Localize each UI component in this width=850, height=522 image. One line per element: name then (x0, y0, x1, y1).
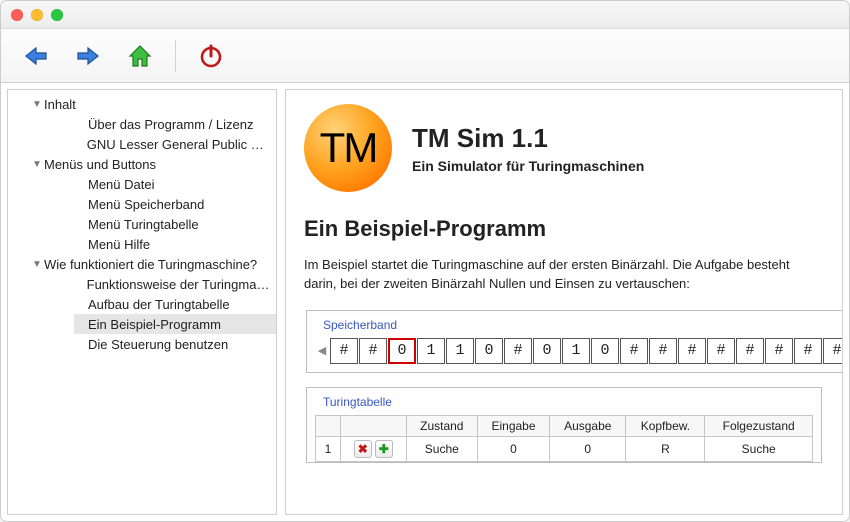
cell-tools: ✖ ✚ (340, 436, 406, 461)
forward-arrow-icon (74, 42, 102, 70)
tree-label: Ein Beispiel-Programm (88, 317, 221, 332)
power-button[interactable] (194, 39, 228, 73)
tree-label: Über das Programm / Lizenz (88, 117, 253, 132)
tree-item-menu-speicherband[interactable]: Menü Speicherband (74, 194, 276, 214)
tape-cell: # (707, 338, 735, 364)
tape-cell: 0 (533, 338, 561, 364)
app-subtitle: Ein Simulator für Turingmaschinen (412, 158, 644, 174)
tree-item-steuerung[interactable]: Die Steuerung benutzen (74, 334, 276, 354)
tape-scroll-left[interactable]: ◀ (315, 338, 329, 364)
minimize-icon[interactable] (31, 9, 43, 21)
turingtable-legend: Turingtabelle (319, 395, 396, 409)
back-button[interactable] (19, 39, 53, 73)
app-title: TM Sim 1.1 (412, 123, 644, 154)
tree-label: Menüs und Buttons (44, 157, 156, 172)
help-tree[interactable]: ▼Inhalt Über das Programm / Lizenz GNU L… (7, 89, 277, 515)
turing-table-header: Zustand Eingabe Ausgabe Kopfbew. Folgezu… (316, 415, 813, 436)
tree-item-lgpl[interactable]: GNU Lesser General Public Lice… (74, 134, 276, 154)
tape-cell: # (620, 338, 648, 364)
section-heading: Ein Beispiel-Programm (304, 216, 824, 242)
tape-cell: # (649, 338, 677, 364)
tape-cell: # (330, 338, 358, 364)
tree-label: Inhalt (44, 97, 76, 112)
cell-index: 1 (316, 436, 341, 461)
th-folgezustand: Folgezustand (705, 415, 813, 436)
section-paragraph: Im Beispiel startet die Turingmaschine a… (304, 256, 824, 294)
tree-label: Menü Datei (88, 177, 154, 192)
back-arrow-icon (22, 42, 50, 70)
th-tools (340, 415, 406, 436)
tape-box: Speicherband ◀ ##0110#010##########▶ (306, 310, 843, 373)
cell-ausgabe[interactable]: 0 (550, 436, 626, 461)
tape-cell: # (359, 338, 387, 364)
add-row-button[interactable]: ✚ (375, 440, 393, 458)
close-icon[interactable] (11, 9, 23, 21)
maximize-icon[interactable] (51, 9, 63, 21)
tree-label: Menü Turingtabelle (88, 217, 199, 232)
window-controls (11, 9, 63, 21)
home-icon (126, 42, 154, 70)
tree-item-menu-datei[interactable]: Menü Datei (74, 174, 276, 194)
tape-cell: 1 (562, 338, 590, 364)
th-zustand: Zustand (406, 415, 477, 436)
tape-legend: Speicherband (319, 318, 401, 332)
toolbar-separator (175, 40, 176, 72)
help-header: TM TM Sim 1.1 Ein Simulator für Turingma… (304, 104, 824, 192)
logo-text: TM (320, 124, 377, 172)
th-ausgabe: Ausgabe (550, 415, 626, 436)
tape-cell: # (736, 338, 764, 364)
tree-item-ueber[interactable]: Über das Programm / Lizenz (74, 114, 276, 134)
toolbar (1, 29, 849, 83)
tape-cell: 1 (417, 338, 445, 364)
cell-zustand[interactable]: Suche (406, 436, 477, 461)
tree-item-beispiel[interactable]: Ein Beispiel-Programm (74, 314, 276, 334)
th-kopfbew: Kopfbew. (626, 415, 705, 436)
tree-item-aufbau[interactable]: Aufbau der Turingtabelle (74, 294, 276, 314)
content-area: ▼Inhalt Über das Programm / Lizenz GNU L… (1, 83, 849, 521)
tree-item-funktionsweise[interactable]: Funktionsweise der Turingmasch… (74, 274, 276, 294)
turing-table-row: 1 ✖ ✚ Suche 0 0 R Suche (316, 436, 813, 461)
tree-label: Menü Hilfe (88, 237, 150, 252)
tape-cell: 0 (388, 338, 416, 364)
disclosure-triangle-icon: ▼ (30, 99, 44, 110)
delete-row-button[interactable]: ✖ (354, 440, 372, 458)
th-index (316, 415, 341, 436)
tree-label: Funktionsweise der Turingmasch… (87, 277, 270, 292)
cell-kopfbew[interactable]: R (626, 436, 705, 461)
tree-item-wie[interactable]: ▼Wie funktioniert die Turingmaschine? (30, 254, 276, 274)
tree-item-menu-hilfe[interactable]: Menü Hilfe (74, 234, 276, 254)
window: ▼Inhalt Über das Programm / Lizenz GNU L… (0, 0, 850, 522)
cell-eingabe[interactable]: 0 (477, 436, 549, 461)
cell-folgezustand[interactable]: Suche (705, 436, 813, 461)
app-logo-icon: TM (304, 104, 392, 192)
disclosure-triangle-icon: ▼ (30, 259, 44, 270)
tape-cell: # (678, 338, 706, 364)
tape-cell: # (765, 338, 793, 364)
tape-cell: # (823, 338, 843, 364)
home-button[interactable] (123, 39, 157, 73)
tape-cell: # (794, 338, 822, 364)
disclosure-triangle-icon: ▼ (30, 159, 44, 170)
tree-item-menu-turingtabelle[interactable]: Menü Turingtabelle (74, 214, 276, 234)
th-eingabe: Eingabe (477, 415, 549, 436)
tree-label: GNU Lesser General Public Lice… (87, 137, 270, 152)
tree-label: Menü Speicherband (88, 197, 204, 212)
power-icon (198, 43, 224, 69)
tree-label: Die Steuerung benutzen (88, 337, 228, 352)
tree-label: Aufbau der Turingtabelle (88, 297, 230, 312)
turing-table: Zustand Eingabe Ausgabe Kopfbew. Folgezu… (315, 415, 813, 462)
titlebar (1, 1, 849, 29)
help-content[interactable]: TM TM Sim 1.1 Ein Simulator für Turingma… (285, 89, 843, 515)
tape: ◀ ##0110#010##########▶ (315, 338, 843, 364)
tree-item-menues[interactable]: ▼Menüs und Buttons (30, 154, 276, 174)
tape-cell: # (504, 338, 532, 364)
tree-label: Wie funktioniert die Turingmaschine? (44, 257, 257, 272)
forward-button[interactable] (71, 39, 105, 73)
tape-cell: 1 (446, 338, 474, 364)
turingtable-box: Turingtabelle Zustand Eingabe Ausgabe Ko… (306, 387, 822, 463)
tape-cell: 0 (475, 338, 503, 364)
tree-item-inhalt[interactable]: ▼Inhalt (30, 94, 276, 114)
tape-cell: 0 (591, 338, 619, 364)
